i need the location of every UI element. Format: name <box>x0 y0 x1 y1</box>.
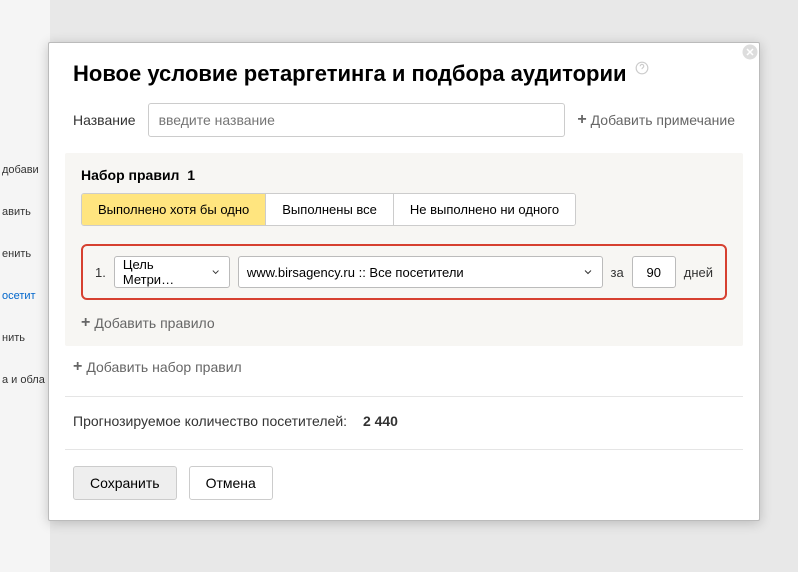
plus-icon: + <box>81 314 90 332</box>
divider <box>65 449 743 450</box>
save-button[interactable]: Сохранить <box>73 466 177 500</box>
chevron-down-icon <box>210 266 221 278</box>
segment-all[interactable]: Выполнены все <box>266 194 394 225</box>
period-days-label: дней <box>684 265 713 280</box>
add-note-button[interactable]: + Добавить примечание <box>577 111 735 129</box>
period-for-label: за <box>611 265 624 280</box>
chevron-down-icon <box>582 266 594 278</box>
forecast-label: Прогнозируемое количество посетителей: <box>73 413 347 429</box>
period-days-input[interactable] <box>632 256 676 288</box>
rule-row: 1. Цель Метри… www.birsagency.ru :: Все … <box>81 244 727 300</box>
add-ruleset-button[interactable]: + Добавить набор правил <box>73 358 735 376</box>
ruleset-block: Набор правил 1 Выполнено хотя бы одно Вы… <box>65 153 743 346</box>
rule-goal-select[interactable]: www.birsagency.ru :: Все посетители <box>238 256 603 288</box>
background-sidebar: добави авить енить осетит нить а и обла <box>0 0 50 572</box>
name-input[interactable] <box>148 103 566 137</box>
plus-icon: + <box>73 358 82 376</box>
forecast-row: Прогнозируемое количество посетителей: 2… <box>49 413 759 449</box>
cancel-button[interactable]: Отмена <box>189 466 273 500</box>
help-icon[interactable] <box>635 61 649 80</box>
retargeting-modal: Новое условие ретаргетинга и подбора ауд… <box>48 42 760 521</box>
ruleset-title: Набор правил 1 <box>81 167 727 183</box>
segment-none[interactable]: Не выполнено ни одного <box>394 194 575 225</box>
name-label: Название <box>73 112 136 128</box>
plus-icon: + <box>577 111 586 129</box>
condition-segments: Выполнено хотя бы одно Выполнены все Не … <box>81 193 576 226</box>
rule-number: 1. <box>95 265 106 280</box>
rule-type-select[interactable]: Цель Метри… <box>114 256 230 288</box>
close-icon[interactable] <box>739 41 761 63</box>
modal-title: Новое условие ретаргетинга и подбора ауд… <box>73 61 627 86</box>
add-rule-button[interactable]: + Добавить правило <box>81 314 727 332</box>
forecast-value: 2 440 <box>363 413 398 429</box>
divider <box>65 396 743 397</box>
segment-at-least-one[interactable]: Выполнено хотя бы одно <box>82 194 266 225</box>
